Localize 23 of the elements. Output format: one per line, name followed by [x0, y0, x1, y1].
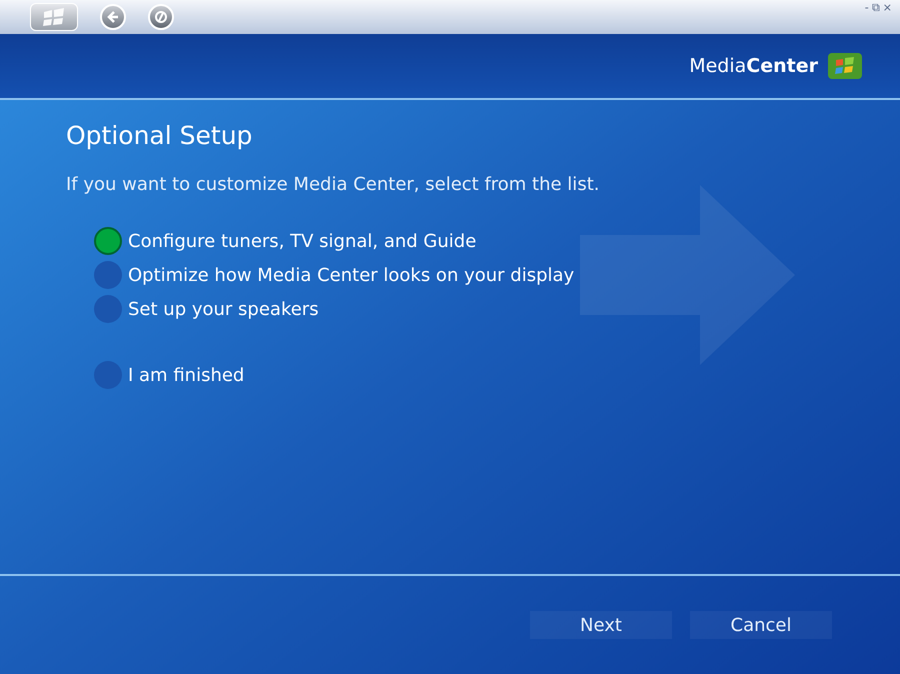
- option-label[interactable]: Set up your speakers: [128, 296, 319, 323]
- help-icon: [154, 10, 168, 24]
- option-label[interactable]: I am finished: [128, 362, 244, 389]
- option-radio[interactable]: [94, 295, 122, 324]
- dialog-button[interactable]: Next: [530, 611, 672, 639]
- page-title: Optional Setup: [66, 120, 254, 152]
- option-label[interactable]: Optimize how Media Center looks on your display: [128, 262, 574, 289]
- window-control-button[interactable]: ⧉: [872, 2, 880, 13]
- option-radio[interactable]: [94, 261, 122, 290]
- back-button[interactable]: [100, 4, 126, 30]
- window-control-button[interactable]: -: [864, 2, 869, 13]
- back-arrow-icon: [106, 10, 120, 24]
- window-control-button[interactable]: ×: [882, 2, 892, 13]
- option-label[interactable]: Configure tuners, TV signal, and Guide: [128, 228, 476, 255]
- help-button[interactable]: [148, 4, 174, 30]
- media-center-logo-text: MediaCenter: [689, 54, 818, 79]
- windows-logo-button[interactable]: [30, 3, 78, 31]
- option-radio[interactable]: [94, 361, 122, 390]
- option-radio[interactable]: [94, 227, 122, 256]
- dialog-button[interactable]: Cancel: [690, 611, 832, 639]
- instruction-text: If you want to customize Media Center, select from the list.: [66, 173, 600, 198]
- windows-logo-icon: [41, 8, 67, 26]
- windows-flag-icon: [828, 53, 862, 79]
